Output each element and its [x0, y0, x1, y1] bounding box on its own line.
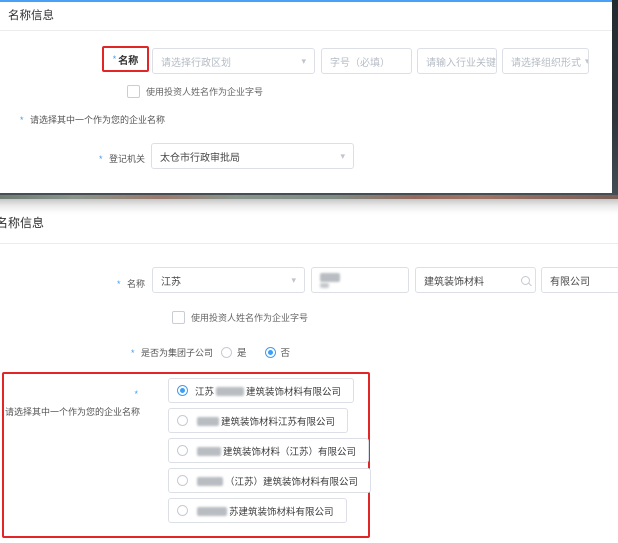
- industry-keyword-input[interactable]: 建筑装饰材料: [415, 267, 536, 293]
- required-asterisk: *: [99, 154, 103, 164]
- chevron-down-icon: ▾: [581, 57, 589, 66]
- industry-placeholder: 请输入行业关键字: [426, 54, 497, 69]
- panel-header: 名称信息: [0, 2, 612, 31]
- redacted-text: [197, 447, 221, 456]
- radio-yes[interactable]: [221, 347, 232, 358]
- use-investor-name-row: 使用投资人姓名作为企业字号: [172, 311, 308, 324]
- registry-label-row: * 登记机关: [0, 149, 145, 167]
- name-info-panel-bottom: 名称信息 * 名称 江苏 ▾ 建筑装饰材料 有限公司 使用投资人姓名作为企业字号…: [0, 199, 618, 543]
- chevron-down-icon: ▾: [336, 152, 345, 161]
- redacted-text: [216, 387, 244, 396]
- use-investor-name-label: 使用投资人姓名作为企业字号: [191, 311, 308, 324]
- use-investor-name-label: 使用投资人姓名作为企业字号: [146, 85, 263, 98]
- radio-no[interactable]: [265, 347, 276, 358]
- company-name-option-2[interactable]: 建筑装饰材料江苏有限公司: [168, 408, 348, 433]
- region-select-value: 江苏: [161, 273, 181, 288]
- use-investor-name-checkbox[interactable]: [172, 311, 185, 324]
- required-asterisk: *: [20, 115, 24, 125]
- radio-yes-label: 是: [237, 345, 247, 359]
- option-text: 江苏建筑装饰材料有限公司: [195, 384, 341, 398]
- name-field-label: 名称: [127, 279, 145, 289]
- choose-name-label-row: * 请选择其中一个作为您的企业名称: [20, 110, 165, 128]
- option-text: 建筑装饰材料江苏有限公司: [195, 414, 335, 428]
- required-asterisk: *: [131, 348, 135, 358]
- choose-name-label: 请选择其中一个作为您的企业名称: [5, 407, 140, 417]
- registry-select-value: 太仓市行政审批局: [160, 149, 240, 164]
- required-asterisk: *: [113, 54, 117, 64]
- panel-title: 名称信息: [0, 214, 44, 231]
- region-select[interactable]: 请选择行政区划 ▾: [152, 48, 315, 74]
- org-form-select[interactable]: 有限公司: [541, 267, 618, 293]
- registry-select[interactable]: 太仓市行政审批局 ▾: [151, 143, 354, 169]
- panel-title: 名称信息: [0, 10, 54, 22]
- company-name-option-1[interactable]: 江苏建筑装饰材料有限公司: [168, 378, 354, 403]
- header-divider: [0, 243, 618, 244]
- trade-name-placeholder: 字号（必填）: [330, 54, 390, 69]
- org-form-select[interactable]: 请选择组织形式 ▾: [502, 48, 589, 74]
- choose-name-label-row: * 请选择其中一个作为您的企业名称: [0, 384, 140, 420]
- registry-label: 登记机关: [109, 154, 145, 164]
- name-label-row: * 名称: [0, 274, 145, 292]
- group-subsidiary-label-row: * 是否为集团子公司: [0, 343, 213, 361]
- trade-name-input[interactable]: [311, 267, 409, 293]
- radio-icon[interactable]: [177, 505, 188, 516]
- industry-keyword-input[interactable]: 请输入行业关键字: [417, 48, 497, 74]
- group-subsidiary-row: * 是否为集团子公司 是 否: [0, 343, 400, 361]
- required-asterisk: *: [117, 279, 121, 289]
- chevron-down-icon: ▾: [287, 276, 296, 285]
- region-select[interactable]: 江苏 ▾: [152, 267, 305, 293]
- name-label-highlight-box: * 名称: [102, 46, 149, 72]
- redacted-text: [197, 507, 227, 516]
- search-icon: [521, 276, 530, 285]
- region-select-placeholder: 请选择行政区划: [161, 54, 231, 69]
- option-text: 建筑装饰材料（江苏）有限公司: [195, 444, 356, 458]
- option-text: （江苏）建筑装饰材料有限公司: [195, 474, 358, 488]
- choose-name-label: 请选择其中一个作为您的企业名称: [30, 115, 165, 125]
- radio-selected-icon[interactable]: [177, 385, 188, 396]
- use-investor-name-checkbox[interactable]: [127, 85, 140, 98]
- use-investor-name-row: 使用投资人姓名作为企业字号: [127, 85, 263, 98]
- radio-icon[interactable]: [177, 415, 188, 426]
- company-name-option-4[interactable]: （江苏）建筑装饰材料有限公司: [168, 468, 371, 493]
- name-info-panel-top: 名称信息 * 名称 请选择行政区划 ▾ 字号（必填） 请输入行业关键字 请选择组…: [0, 0, 612, 193]
- trade-name-input[interactable]: 字号（必填）: [321, 48, 412, 74]
- org-form-placeholder: 请选择组织形式: [511, 54, 581, 69]
- chevron-down-icon: ▾: [297, 57, 306, 66]
- required-asterisk: *: [134, 389, 138, 399]
- redacted-trade-name: [320, 273, 340, 288]
- redacted-text: [197, 417, 219, 426]
- company-name-option-3[interactable]: 建筑装饰材料（江苏）有限公司: [168, 438, 369, 463]
- name-field-label: 名称: [118, 52, 138, 67]
- radio-icon[interactable]: [177, 445, 188, 456]
- option-text: 苏建筑装饰材料有限公司: [195, 504, 334, 518]
- screenshot-root: 名称信息 * 名称 请选择行政区划 ▾ 字号（必填） 请输入行业关键字 请选择组…: [0, 0, 618, 543]
- industry-input-value: 建筑装饰材料: [424, 273, 484, 288]
- radio-no-label: 否: [281, 345, 291, 359]
- redacted-text: [197, 477, 223, 486]
- group-subsidiary-label: 是否为集团子公司: [141, 348, 213, 358]
- radio-icon[interactable]: [177, 475, 188, 486]
- company-name-option-5[interactable]: 苏建筑装饰材料有限公司: [168, 498, 347, 523]
- org-form-select-value: 有限公司: [550, 273, 590, 288]
